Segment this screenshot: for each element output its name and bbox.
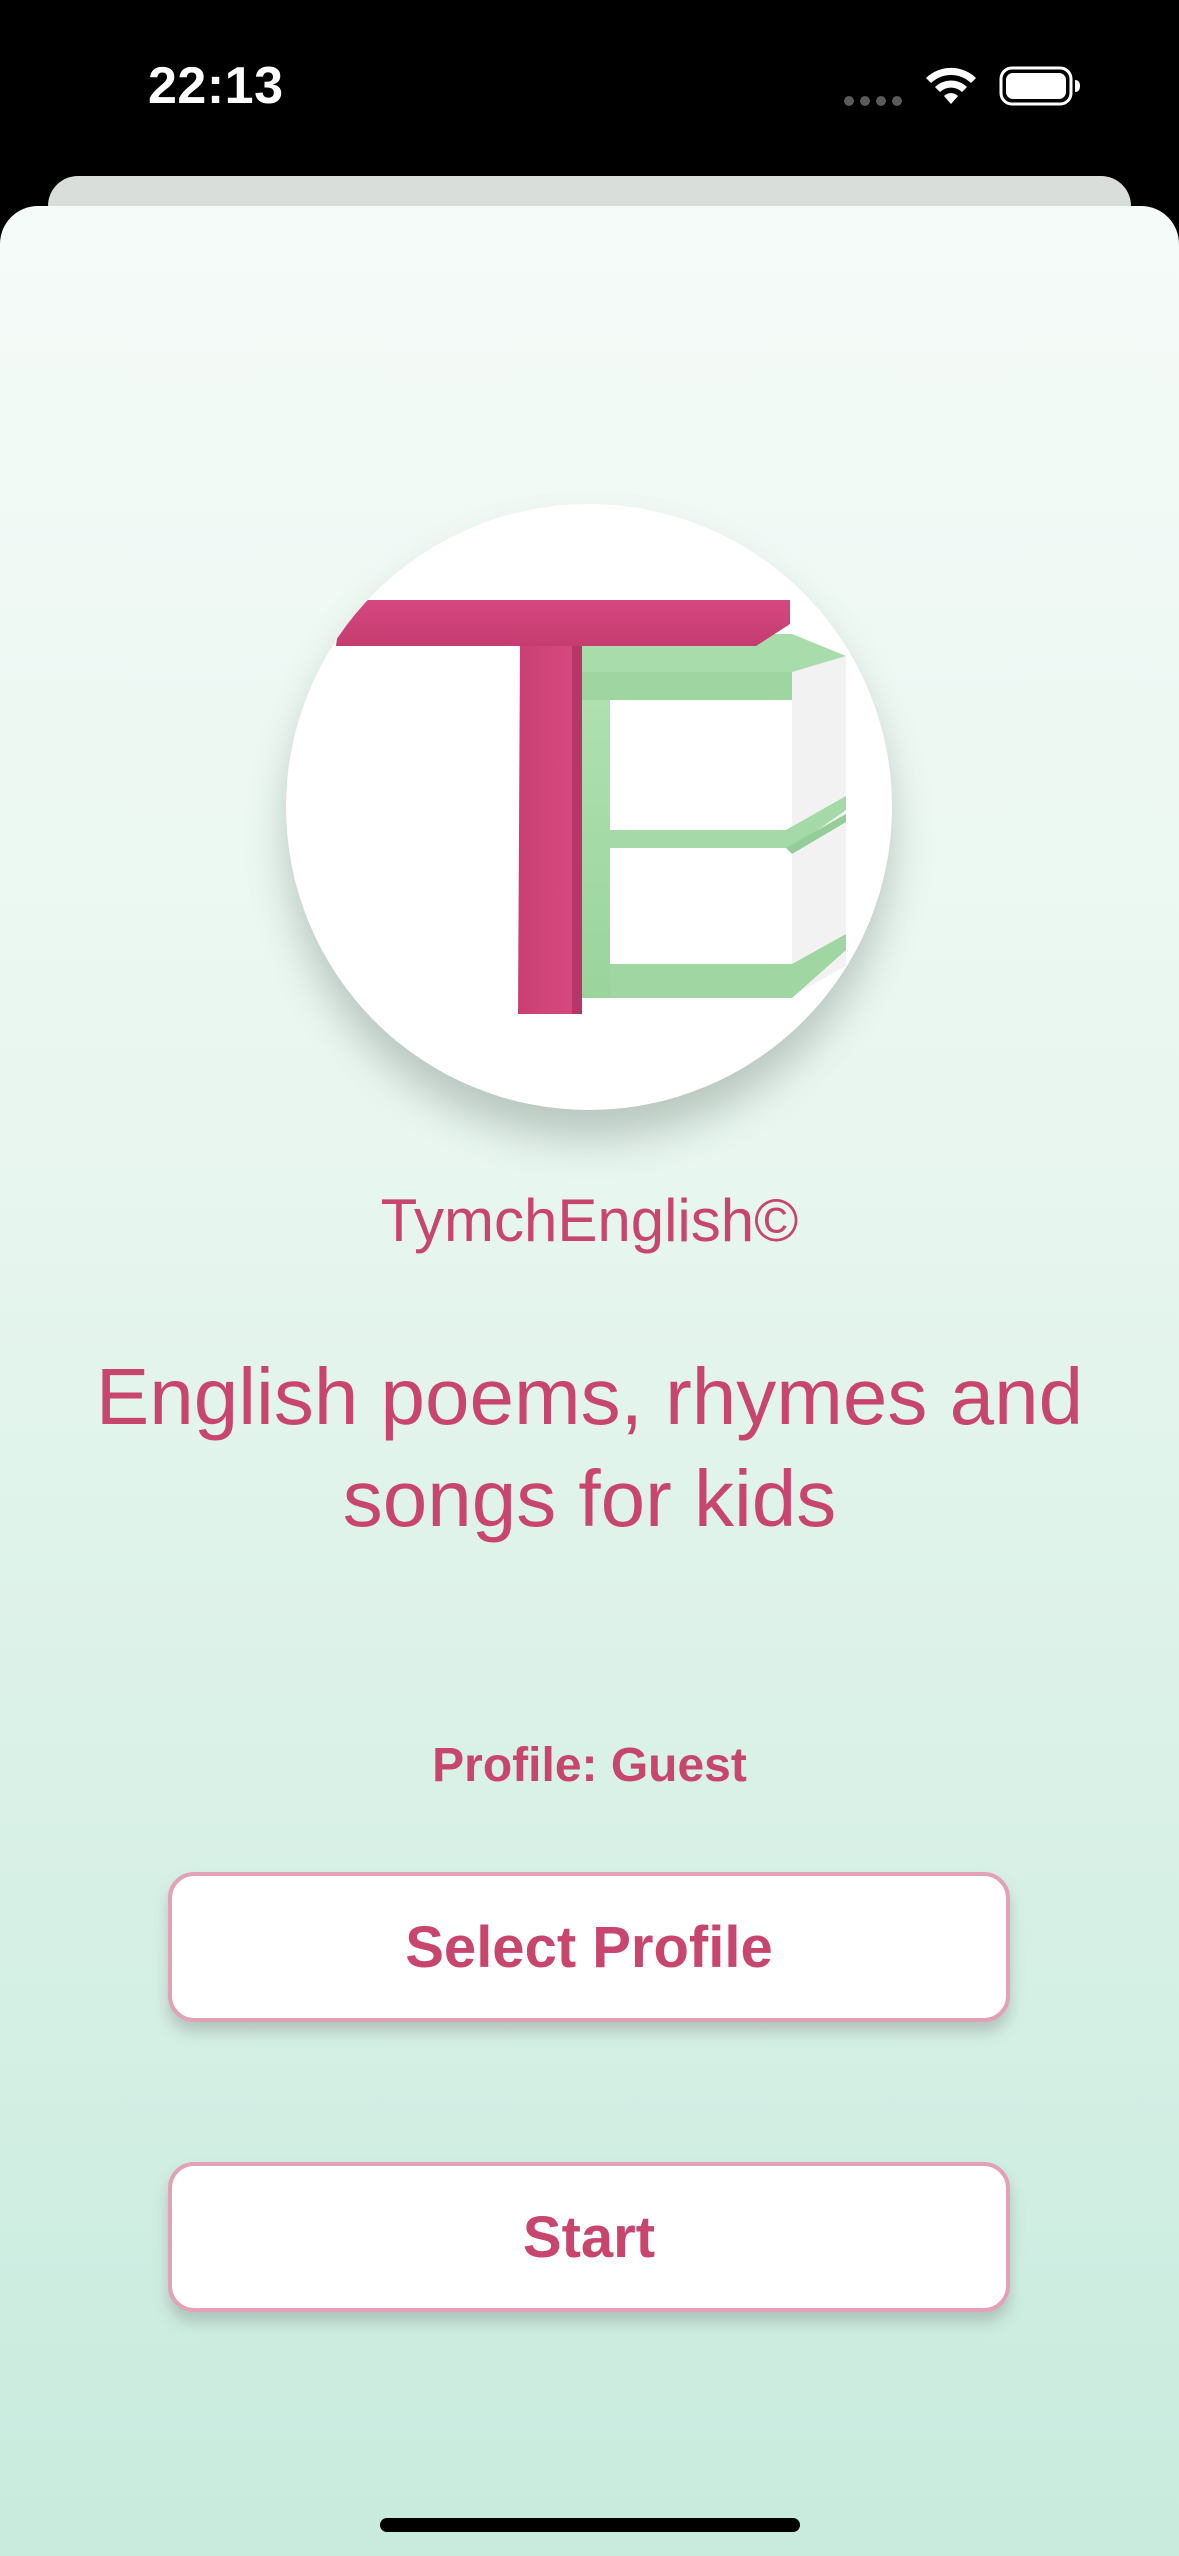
wifi-icon [926,67,976,104]
select-profile-button[interactable]: Select Profile [168,1872,1010,2022]
app-logo [286,504,892,1110]
app-tagline: English poems, rhymes and songs for kids [95,1352,1084,1543]
battery-icon [999,66,1080,106]
app-name: TymchEnglish© [380,1187,799,1254]
te-logo-icon [336,600,846,1014]
cellular-dots-icon [844,96,902,106]
welcome-sheet: TymchEnglish© English poems, rhymes and … [0,206,1179,2556]
start-button[interactable]: Start [168,2162,1010,2312]
status-bar: 22:13 [0,0,1179,176]
current-profile-label: Profile: Guest [432,1739,747,1792]
status-time: 22:13 [148,57,284,115]
screen: 22:13 TymchEnglish© English poems, rhyme… [0,0,1179,2556]
home-indicator[interactable] [380,2518,800,2532]
